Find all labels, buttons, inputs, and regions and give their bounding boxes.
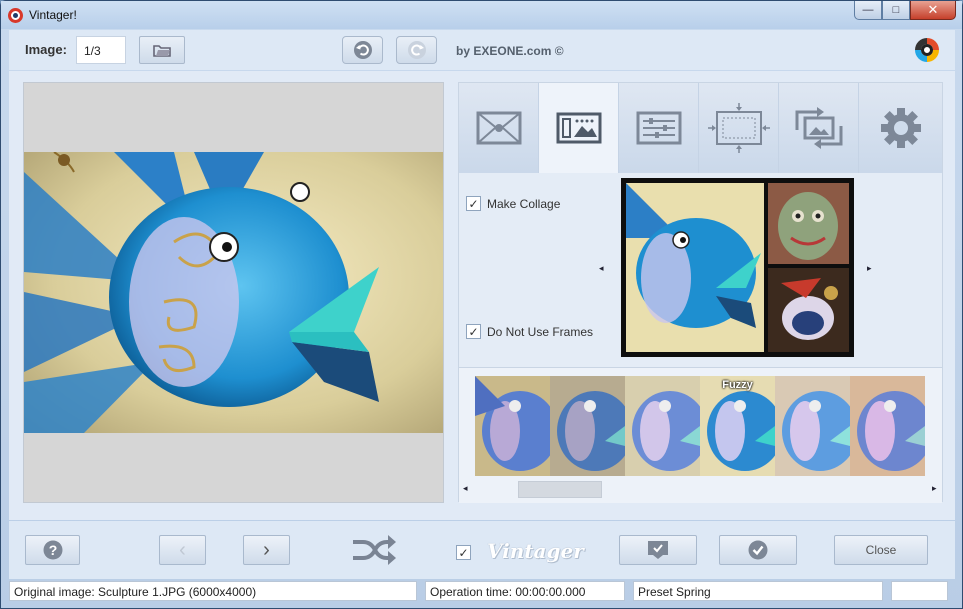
shuffle-icon — [353, 535, 396, 565]
status-bar: Original image: Sculpture 1.JPG (6000x40… — [9, 580, 955, 602]
filter-thumbnails: Fuzzy — [475, 376, 926, 476]
tab-frames[interactable] — [459, 83, 539, 173]
vintager-logo-icon[interactable] — [915, 38, 939, 62]
image-label: Image: — [25, 42, 67, 57]
filmstrip-scrollbar[interactable]: ◂ ▸ — [459, 480, 942, 498]
image-index-field[interactable]: 1/3 — [76, 36, 126, 64]
title-bar: Vintager! — □ ✕ — [1, 1, 962, 29]
check-all-icon — [648, 541, 668, 559]
filter-thumb[interactable] — [775, 376, 850, 476]
status-operation-time: Operation time: 00:00:00.000 — [425, 581, 625, 601]
status-preset: Preset Spring — [633, 581, 883, 601]
filter-filmstrip: Fuzzy ◂ ▸ — [459, 367, 942, 503]
status-extra — [891, 581, 948, 601]
window-controls: — □ ✕ — [854, 1, 956, 20]
svg-text:?: ? — [48, 542, 57, 558]
help-button[interactable]: ? — [25, 535, 80, 565]
tool-tabs — [459, 83, 942, 173]
scrollbar-thumb[interactable] — [518, 481, 602, 498]
folder-icon — [153, 45, 171, 57]
filter-thumb-label: Fuzzy — [722, 379, 753, 391]
collage-icon — [556, 112, 601, 144]
shuffle-button[interactable] — [351, 534, 397, 569]
vintager-wordmark: Vintager — [487, 539, 584, 563]
status-original-image: Original image: Sculpture 1.JPG (6000x40… — [9, 581, 417, 601]
gear-icon — [880, 108, 921, 148]
resize-icon — [707, 103, 770, 153]
tab-collage[interactable] — [539, 83, 619, 173]
rotate-image-icon — [795, 107, 842, 149]
apply-all-button[interactable] — [619, 535, 697, 565]
window-title: Vintager! — [29, 8, 77, 22]
main-content: ✓ Make Collage ✓ Do Not Use Frames ◂ ▸ F… — [9, 71, 955, 520]
no-frames-option[interactable]: ✓ Do Not Use Frames — [466, 324, 593, 339]
previous-image-button[interactable]: ‹ — [159, 535, 206, 565]
tab-adjustments[interactable] — [619, 83, 699, 173]
sliders-icon — [636, 111, 681, 145]
open-folder-button[interactable] — [139, 36, 185, 64]
scroll-left-arrow[interactable]: ◂ — [463, 483, 468, 494]
close-window-button[interactable]: ✕ — [910, 1, 956, 20]
tools-panel: ✓ Make Collage ✓ Do Not Use Frames ◂ ▸ F… — [458, 82, 943, 503]
maximize-button[interactable]: □ — [882, 1, 910, 20]
minimize-button[interactable]: — — [854, 1, 882, 20]
top-toolbar: Image: 1/3 by EXEONE.com © — [9, 30, 955, 70]
next-image-button[interactable]: › — [243, 535, 290, 565]
tab-resize[interactable] — [699, 83, 779, 173]
app-icon — [8, 8, 23, 23]
help-icon: ? — [43, 540, 62, 560]
filter-thumb[interactable] — [625, 376, 700, 476]
redo-icon — [407, 41, 426, 59]
app-window: Vintager! — □ ✕ Image: 1/3 by EXEONE.com… — [0, 0, 963, 609]
make-collage-checkbox[interactable]: ✓ — [466, 196, 481, 211]
envelope-frame-icon — [476, 111, 521, 145]
vintager-mode-checkbox[interactable]: ✓ — [456, 545, 471, 560]
undo-icon — [353, 41, 372, 59]
tab-rotate[interactable] — [779, 83, 859, 173]
filter-thumb[interactable] — [850, 376, 925, 476]
redo-button[interactable] — [396, 36, 437, 64]
filter-thumb[interactable]: Fuzzy — [700, 376, 775, 476]
bottom-bar: ? ‹ › ✓ Vintager Close — [9, 521, 955, 579]
brand-name: EXEONE — [473, 44, 524, 58]
make-collage-option[interactable]: ✓ Make Collage — [466, 196, 560, 211]
collage-preview — [621, 178, 854, 357]
collage-prev-arrow[interactable]: ◂ — [599, 263, 604, 274]
preview-photo — [24, 152, 443, 433]
check-circle-icon — [748, 540, 768, 560]
apply-button[interactable] — [719, 535, 797, 565]
no-frames-checkbox[interactable]: ✓ — [466, 324, 481, 339]
close-button[interactable]: Close — [834, 535, 928, 565]
tab-settings[interactable] — [859, 83, 942, 173]
collage-next-arrow[interactable]: ▸ — [867, 263, 872, 274]
brand-by: by — [456, 44, 471, 58]
filter-thumb[interactable] — [550, 376, 625, 476]
filter-thumb[interactable] — [475, 376, 550, 476]
brand-suffix: .com © — [523, 44, 564, 58]
image-preview — [23, 82, 444, 503]
undo-button[interactable] — [342, 36, 383, 64]
scroll-right-arrow[interactable]: ▸ — [932, 483, 937, 494]
no-frames-label: Do Not Use Frames — [487, 324, 594, 339]
brand-credit: by EXEONE.com © — [456, 44, 564, 58]
make-collage-label: Make Collage — [487, 196, 561, 211]
